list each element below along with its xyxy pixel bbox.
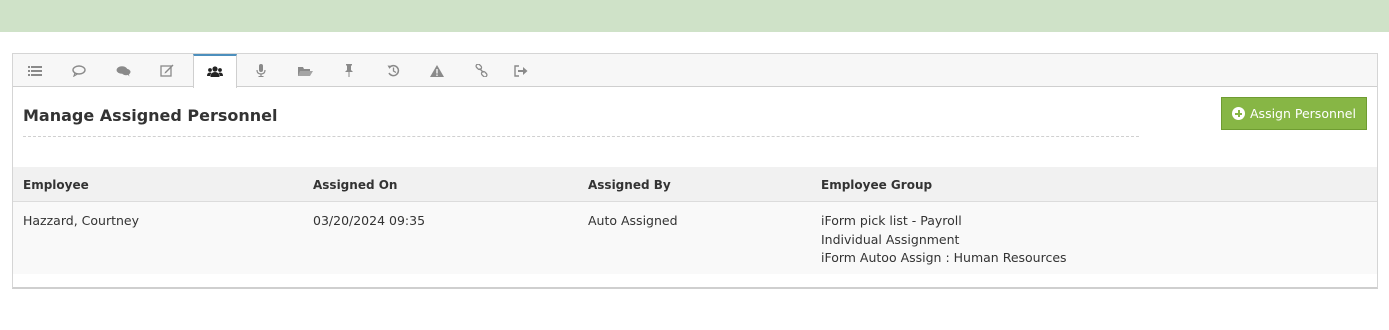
employee-group-item: iForm Autoo Assign : Human Resources bbox=[821, 250, 1067, 265]
sign-out-icon bbox=[514, 64, 528, 77]
assign-personnel-button[interactable]: Assign Personnel bbox=[1221, 97, 1367, 130]
column-header-employee-group[interactable]: Employee Group bbox=[821, 176, 932, 195]
employee-group-item: Individual Assignment bbox=[821, 231, 960, 247]
link-icon bbox=[474, 64, 488, 77]
personnel-panel: Manage Assigned Personnel Assign Personn… bbox=[12, 53, 1378, 289]
microphone-icon bbox=[256, 64, 266, 77]
folder-open-icon bbox=[297, 66, 313, 76]
employee-group-cell: iForm pick list - Payroll Individual Ass… bbox=[821, 212, 1067, 268]
assign-personnel-label: Assign Personnel bbox=[1250, 106, 1356, 121]
table-row[interactable]: Hazzard, Courtney 03/20/2024 09:35 Auto … bbox=[13, 202, 1377, 274]
tab-files[interactable] bbox=[283, 54, 327, 87]
tab-links[interactable] bbox=[459, 54, 503, 87]
users-icon bbox=[207, 66, 223, 77]
section-title: Manage Assigned Personnel bbox=[23, 106, 278, 125]
tab-pin[interactable] bbox=[327, 54, 371, 87]
comments-icon bbox=[116, 65, 130, 76]
employee-group-item: iForm pick list - Payroll bbox=[821, 213, 962, 228]
column-header-employee[interactable]: Employee bbox=[23, 176, 89, 195]
personnel-table: Employee Assigned On Assigned By Employe… bbox=[13, 167, 1377, 274]
top-banner bbox=[0, 0, 1389, 32]
tab-edit[interactable] bbox=[145, 54, 189, 87]
comment-outline-icon bbox=[72, 64, 86, 77]
tab-warning[interactable] bbox=[415, 54, 459, 87]
history-icon bbox=[387, 64, 399, 77]
edit-icon bbox=[160, 64, 174, 77]
tab-personnel[interactable] bbox=[193, 54, 237, 88]
tab-comment[interactable] bbox=[57, 54, 101, 87]
table-header: Employee Assigned On Assigned By Employe… bbox=[13, 167, 1377, 202]
tab-history[interactable] bbox=[371, 54, 415, 87]
list-icon bbox=[28, 65, 42, 76]
tab-exit[interactable] bbox=[499, 54, 543, 87]
title-divider bbox=[23, 136, 1139, 137]
assigned-on-cell: 03/20/2024 09:35 bbox=[313, 213, 426, 228]
employee-cell: Hazzard, Courtney bbox=[23, 213, 139, 228]
tab-audio[interactable] bbox=[239, 54, 283, 87]
tab-list[interactable] bbox=[13, 54, 57, 87]
column-header-assigned-on[interactable]: Assigned On bbox=[313, 176, 397, 195]
assigned-by-cell: Auto Assigned bbox=[588, 213, 678, 228]
tab-bar bbox=[13, 54, 1377, 88]
warning-icon bbox=[430, 64, 444, 77]
column-header-assigned-by[interactable]: Assigned By bbox=[588, 176, 671, 195]
pushpin-icon bbox=[345, 64, 353, 77]
plus-circle-icon bbox=[1232, 107, 1245, 120]
tab-comments[interactable] bbox=[101, 54, 145, 87]
